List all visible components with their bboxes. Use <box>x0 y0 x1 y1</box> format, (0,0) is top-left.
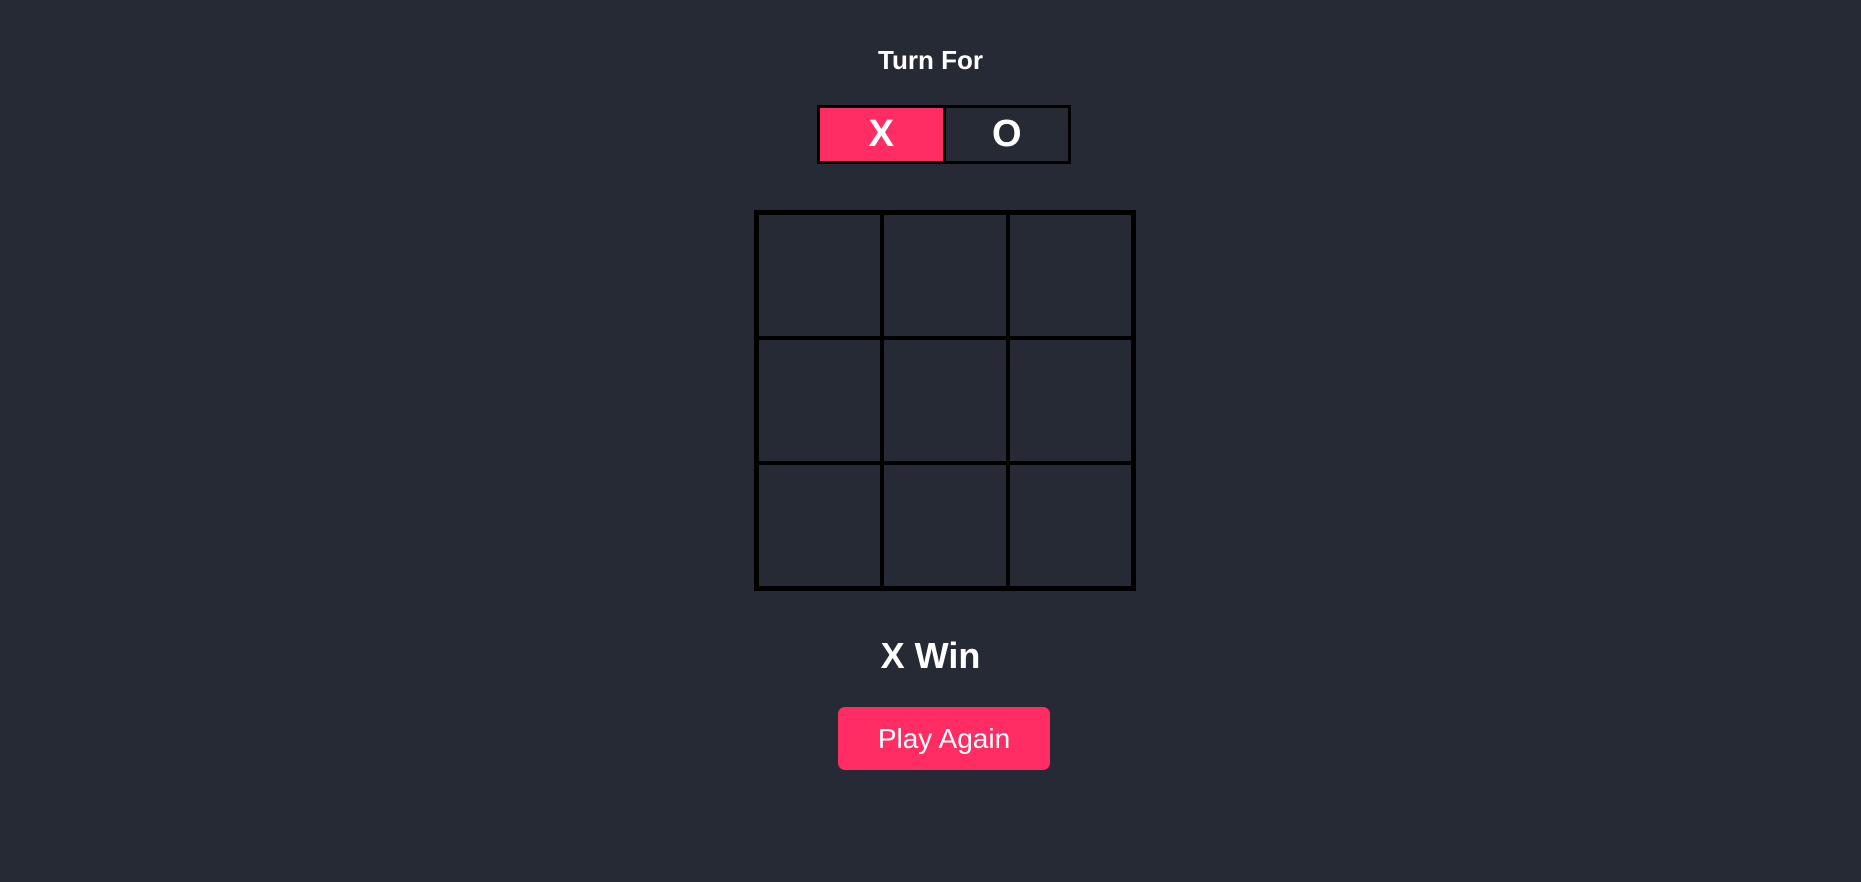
board-cell-4[interactable] <box>757 338 883 463</box>
game-board <box>754 210 1136 591</box>
tic-tac-toe-app: Turn For X O X Win Play Again <box>0 0 1861 882</box>
board-cell-3[interactable] <box>1007 213 1133 338</box>
play-again-button[interactable]: Play Again <box>838 707 1050 770</box>
turn-title: Turn For <box>878 45 983 75</box>
board-cell-2[interactable] <box>882 213 1008 338</box>
turn-option-x[interactable]: X <box>820 108 946 161</box>
turn-toggle: X O <box>817 105 1071 164</box>
turn-option-o[interactable]: O <box>945 108 1068 161</box>
board-cell-6[interactable] <box>1007 338 1133 463</box>
board-cell-1[interactable] <box>757 213 883 338</box>
result-message: X Win <box>880 635 981 676</box>
board-cell-9[interactable] <box>1007 463 1133 588</box>
board-cell-7[interactable] <box>757 463 883 588</box>
board-cell-5[interactable] <box>882 338 1008 463</box>
board-cell-8[interactable] <box>882 463 1008 588</box>
